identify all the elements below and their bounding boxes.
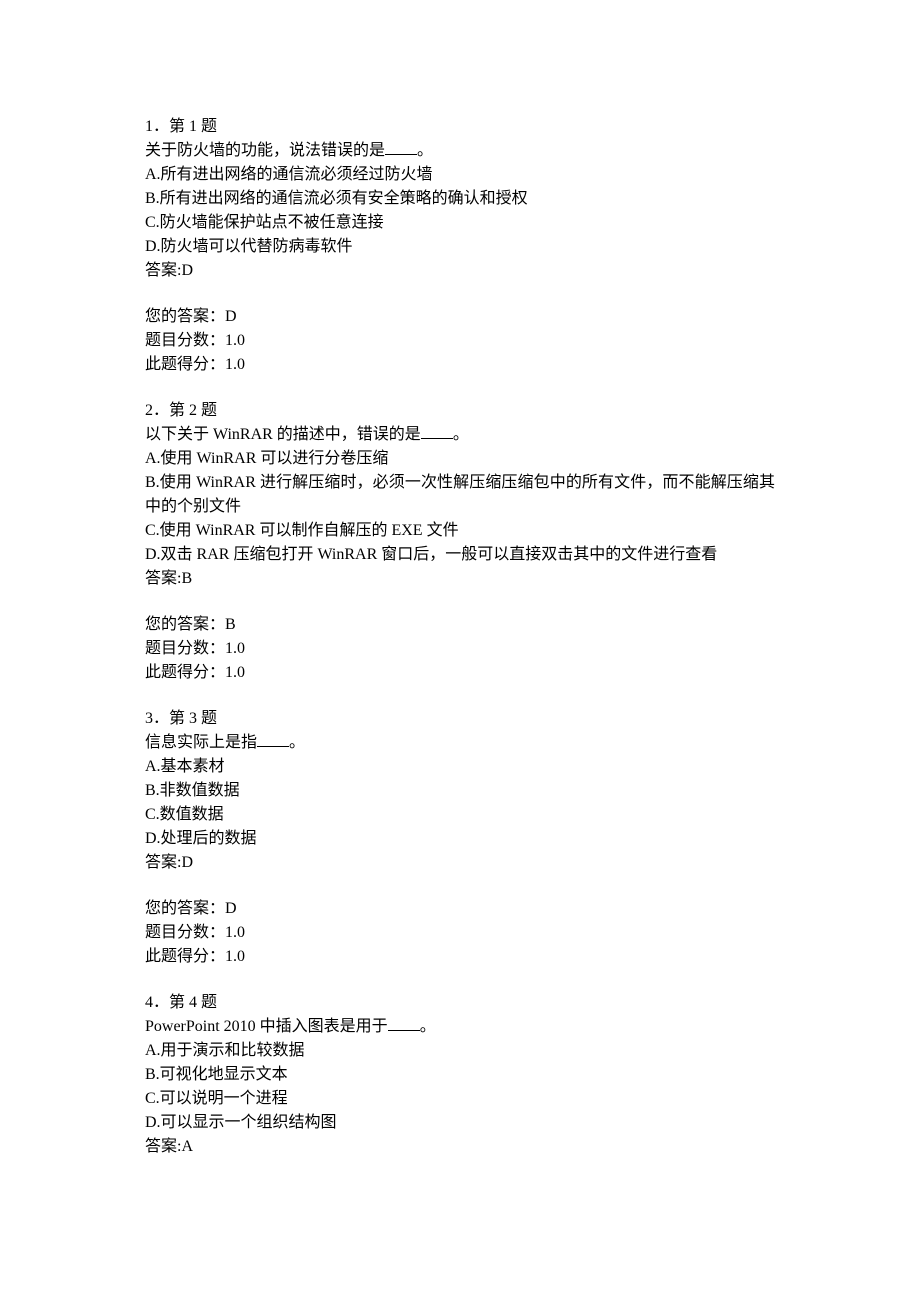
question-block: 4．第 4 题 PowerPoint 2010 中插入图表是用于 。 A.用于演示…: [145, 991, 775, 1159]
earned-score: 此题得分：1.0: [145, 353, 775, 377]
stem-suffix: 。: [289, 734, 305, 751]
score-block: 您的答案：B 题目分数：1.0 此题得分：1.0: [145, 613, 775, 685]
earned-score: 此题得分：1.0: [145, 661, 775, 685]
stem-prefix: PowerPoint 2010 中插入图表是用于: [145, 1018, 388, 1035]
question-stem: 信息实际上是指 。: [145, 731, 775, 755]
fill-blank: [388, 1030, 420, 1031]
option-c: C.可以说明一个进程: [145, 1087, 775, 1111]
option-c: C.数值数据: [145, 803, 775, 827]
stem-suffix: 。: [417, 142, 433, 159]
question-number: 4．第 4 题: [145, 991, 775, 1015]
option-a: A.用于演示和比较数据: [145, 1039, 775, 1063]
stem-suffix: 。: [420, 1018, 436, 1035]
option-b: B.非数值数据: [145, 779, 775, 803]
total-score: 题目分数：1.0: [145, 329, 775, 353]
option-a: A.基本素材: [145, 755, 775, 779]
fill-blank: [421, 438, 453, 439]
option-b: B.所有进出网络的通信流必须有安全策略的确认和授权: [145, 187, 775, 211]
question-block: 3．第 3 题 信息实际上是指 。 A.基本素材 B.非数值数据 C.数值数据 D…: [145, 707, 775, 875]
question-number: 2．第 2 题: [145, 399, 775, 423]
option-d: D.可以显示一个组织结构图: [145, 1111, 775, 1135]
option-a: A.使用 WinRAR 可以进行分卷压缩: [145, 447, 775, 471]
stem-prefix: 以下关于 WinRAR 的描述中，错误的是: [145, 426, 421, 443]
correct-answer: 答案:A: [145, 1135, 775, 1159]
option-b: B.使用 WinRAR 进行解压缩时，必须一次性解压缩压缩包中的所有文件，而不能…: [145, 471, 775, 519]
question-stem: 关于防火墙的功能，说法错误的是 。: [145, 139, 775, 163]
user-answer: 您的答案：D: [145, 897, 775, 921]
question-block: 2．第 2 题 以下关于 WinRAR 的描述中，错误的是 。 A.使用 WinR…: [145, 399, 775, 591]
fill-blank: [385, 154, 417, 155]
user-answer: 您的答案：D: [145, 305, 775, 329]
question-stem: PowerPoint 2010 中插入图表是用于 。: [145, 1015, 775, 1039]
score-block: 您的答案：D 题目分数：1.0 此题得分：1.0: [145, 305, 775, 377]
question-stem: 以下关于 WinRAR 的描述中，错误的是 。: [145, 423, 775, 447]
user-answer: 您的答案：B: [145, 613, 775, 637]
question-number: 1．第 1 题: [145, 115, 775, 139]
option-b: B.可视化地显示文本: [145, 1063, 775, 1087]
stem-prefix: 关于防火墙的功能，说法错误的是: [145, 142, 385, 159]
option-c: C.使用 WinRAR 可以制作自解压的 EXE 文件: [145, 519, 775, 543]
option-d: D.双击 RAR 压缩包打开 WinRAR 窗口后，一般可以直接双击其中的文件进…: [145, 543, 775, 567]
question-number: 3．第 3 题: [145, 707, 775, 731]
stem-suffix: 。: [453, 426, 469, 443]
option-d: D.防火墙可以代替防病毒软件: [145, 235, 775, 259]
total-score: 题目分数：1.0: [145, 637, 775, 661]
stem-prefix: 信息实际上是指: [145, 734, 257, 751]
option-c: C.防火墙能保护站点不被任意连接: [145, 211, 775, 235]
correct-answer: 答案:B: [145, 567, 775, 591]
total-score: 题目分数：1.0: [145, 921, 775, 945]
score-block: 您的答案：D 题目分数：1.0 此题得分：1.0: [145, 897, 775, 969]
earned-score: 此题得分：1.0: [145, 945, 775, 969]
fill-blank: [257, 746, 289, 747]
option-a: A.所有进出网络的通信流必须经过防火墙: [145, 163, 775, 187]
question-block: 1．第 1 题 关于防火墙的功能，说法错误的是 。 A.所有进出网络的通信流必须经…: [145, 115, 775, 283]
option-d: D.处理后的数据: [145, 827, 775, 851]
correct-answer: 答案:D: [145, 851, 775, 875]
correct-answer: 答案:D: [145, 259, 775, 283]
